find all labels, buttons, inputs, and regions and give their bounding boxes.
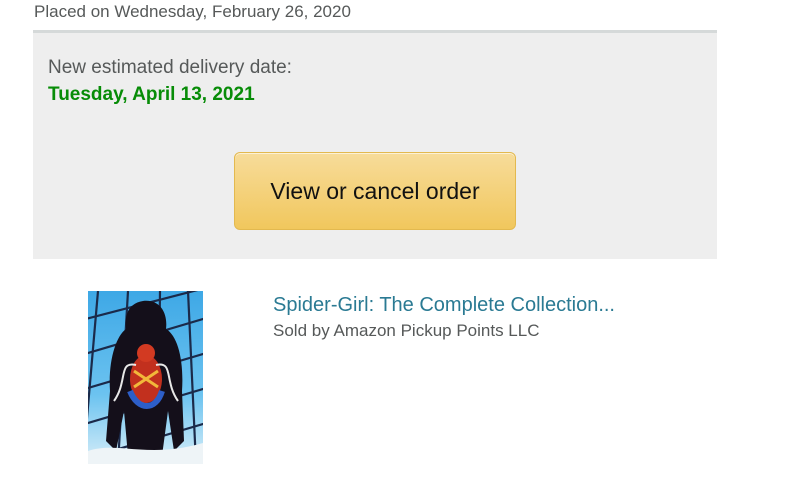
item-title-link[interactable]: Spider-Girl: The Complete Collection... (273, 294, 615, 317)
comic-cover-image[interactable] (88, 291, 203, 464)
delivery-panel: New estimated delivery date: Tuesday, Ap… (33, 30, 717, 259)
item-seller: Sold by Amazon Pickup Points LLC (273, 321, 540, 340)
delivery-heading: New estimated delivery date: (48, 57, 292, 78)
view-or-cancel-order-button[interactable]: View or cancel order (234, 152, 516, 230)
delivery-date: Tuesday, April 13, 2021 (48, 84, 255, 105)
order-placed-date: Placed on Wednesday, February 26, 2020 (34, 2, 351, 21)
order-item: Spider-Girl: The Complete Collection... … (0, 259, 790, 498)
